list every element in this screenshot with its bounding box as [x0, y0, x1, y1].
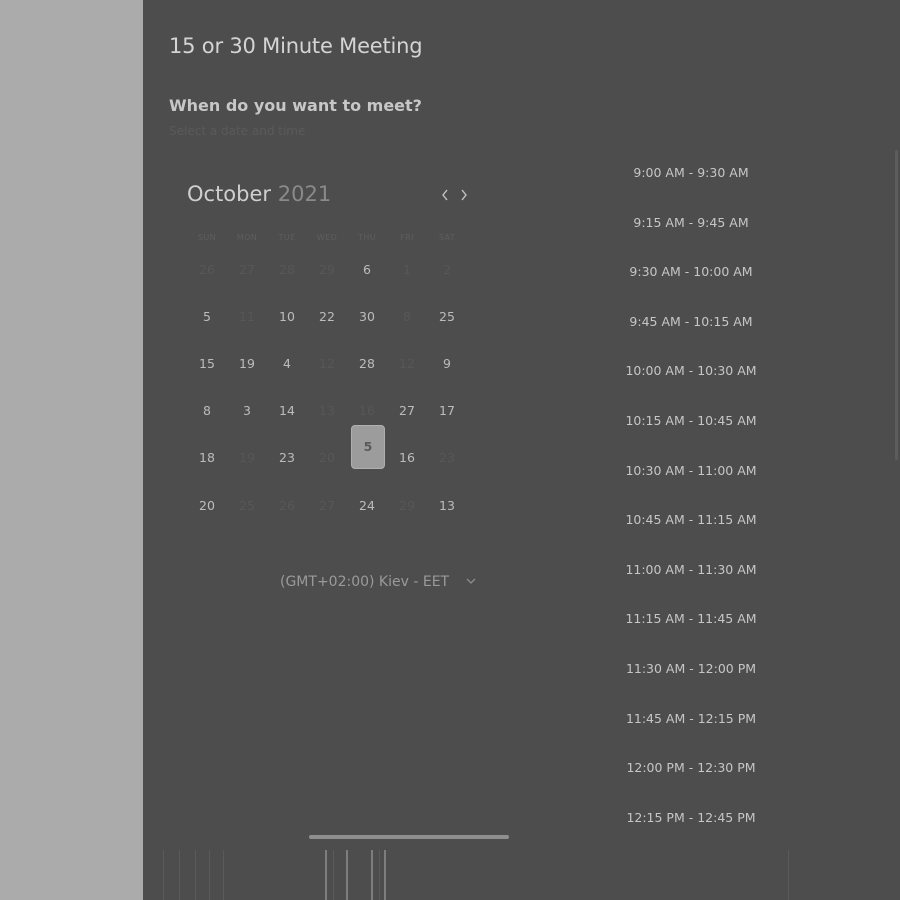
calendar-month: October [187, 182, 272, 206]
time-slot-button[interactable]: 9:00 AM - 9:30 AM [611, 161, 771, 185]
previous-month-button[interactable] [437, 186, 453, 204]
calendar-day[interactable]: 26 [190, 253, 224, 287]
section-hint: Select a date and time [169, 124, 306, 138]
time-slot-button[interactable]: 11:45 AM - 12:15 PM [611, 707, 771, 731]
divider-line [325, 850, 327, 900]
calendar-day[interactable]: 29 [390, 489, 424, 523]
scheduler-panel: 15 or 30 Minute Meeting When do you want… [143, 0, 900, 900]
divider-line [346, 850, 348, 900]
time-slot-button[interactable]: 9:45 AM - 10:15 AM [611, 310, 771, 334]
weekday-label: WED [316, 233, 338, 242]
calendar-month-year: October 2021 [187, 182, 331, 206]
calendar-day[interactable]: 13 [310, 394, 344, 428]
divider-line [379, 850, 380, 900]
time-slot-button[interactable]: 10:45 AM - 11:15 AM [611, 508, 771, 532]
calendar-day[interactable]: 9 [430, 347, 464, 381]
divider-line [223, 850, 224, 900]
section-heading: When do you want to meet? [169, 96, 422, 115]
chevron-left-icon [442, 189, 448, 201]
weekday-label: SAT [438, 233, 456, 242]
calendar-day[interactable]: 28 [270, 253, 304, 287]
timezone-select[interactable]: (GMT+02:00) Kiev - EET [280, 572, 480, 594]
time-slot-button[interactable]: 9:30 AM - 10:00 AM [611, 260, 771, 284]
calendar-day[interactable]: 29 [310, 253, 344, 287]
time-slot-button[interactable]: 11:15 AM - 11:45 AM [611, 607, 771, 631]
calendar-day[interactable]: 6 [350, 253, 384, 287]
calendar-day[interactable]: 16 [390, 441, 424, 475]
time-slot-button[interactable]: 9:15 AM - 9:45 AM [611, 211, 771, 235]
calendar-day[interactable]: 28 [350, 347, 384, 381]
time-slot-button[interactable]: 12:15 PM - 12:45 PM [611, 806, 771, 830]
weekday-label: THU [358, 233, 376, 242]
calendar-day[interactable]: 3 [230, 394, 264, 428]
calendar-day[interactable]: 23 [430, 441, 464, 475]
divider-line [195, 850, 196, 900]
calendar-day[interactable]: 24 [350, 489, 384, 523]
calendar-day[interactable]: 4 [270, 347, 304, 381]
page-title: 15 or 30 Minute Meeting [169, 34, 423, 58]
chevron-right-icon [461, 189, 467, 201]
divider-line [179, 850, 180, 900]
calendar-day[interactable]: 20 [190, 489, 224, 523]
divider-line [371, 850, 373, 900]
calendar-day[interactable]: 23 [270, 441, 304, 475]
divider-line [788, 850, 789, 900]
calendar-day[interactable]: 20 [310, 441, 344, 475]
calendar-day[interactable]: 19 [230, 441, 264, 475]
calendar-day[interactable]: 12 [390, 347, 424, 381]
time-slot-button[interactable]: 10:00 AM - 10:30 AM [611, 359, 771, 383]
calendar-day[interactable]: 1 [390, 253, 424, 287]
calendar-year: 2021 [277, 182, 332, 206]
calendar-day[interactable]: 30 [350, 300, 384, 334]
calendar-day[interactable]: 5 [190, 300, 224, 334]
calendar-day[interactable]: 27 [230, 253, 264, 287]
calendar-day[interactable]: 15 [190, 347, 224, 381]
calendar-day[interactable]: 16 [350, 394, 384, 428]
calendar-day[interactable]: 27 [310, 489, 344, 523]
time-slot-button[interactable]: 11:30 AM - 12:00 PM [611, 657, 771, 681]
calendar-day-selected[interactable]: 5 [351, 425, 385, 469]
calendar-day[interactable]: 12 [310, 347, 344, 381]
divider-line [209, 850, 210, 900]
divider-line [163, 850, 164, 900]
time-slot-button[interactable]: 10:30 AM - 11:00 AM [611, 459, 771, 483]
timezone-label: (GMT+02:00) Kiev - EET [280, 574, 450, 590]
calendar-day[interactable]: 19 [230, 347, 264, 381]
calendar-day[interactable]: 27 [390, 394, 424, 428]
calendar-day[interactable]: 25 [430, 300, 464, 334]
weekday-label: MON [236, 233, 258, 242]
calendar-day[interactable]: 10 [270, 300, 304, 334]
calendar-day[interactable]: 25 [230, 489, 264, 523]
time-slot-button[interactable]: 10:15 AM - 10:45 AM [611, 409, 771, 433]
calendar-day[interactable]: 2 [430, 253, 464, 287]
calendar-day[interactable]: 8 [390, 300, 424, 334]
divider-line [384, 850, 386, 900]
divider-line [333, 850, 334, 900]
calendar-day[interactable]: 11 [230, 300, 264, 334]
calendar-day[interactable]: 26 [270, 489, 304, 523]
time-slot-button[interactable]: 11:00 AM - 11:30 AM [611, 558, 771, 582]
time-slot-button[interactable]: 12:00 PM - 12:30 PM [611, 756, 771, 780]
chevron-down-icon [466, 578, 476, 584]
weekday-label: TUE [278, 233, 296, 242]
slot-list-scrollbar[interactable] [895, 150, 898, 460]
calendar-day[interactable]: 22 [310, 300, 344, 334]
calendar-day[interactable]: 17 [430, 394, 464, 428]
horizontal-scrollbar[interactable] [309, 835, 509, 839]
weekday-label: FRI [400, 233, 414, 242]
calendar-day[interactable]: 18 [190, 441, 224, 475]
calendar-day[interactable]: 8 [190, 394, 224, 428]
bottom-decoration [143, 850, 900, 900]
calendar-day[interactable]: 13 [430, 489, 464, 523]
calendar-day[interactable]: 14 [270, 394, 304, 428]
weekday-label: SUN [197, 233, 217, 242]
next-month-button[interactable] [456, 186, 472, 204]
